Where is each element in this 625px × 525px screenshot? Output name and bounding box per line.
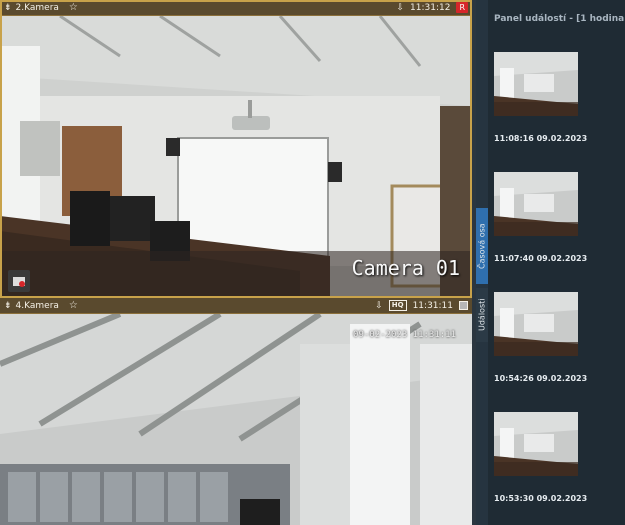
camera-tile-2[interactable]: ⇟ 2.Kamera ☆ ⇩ 11:31:12 R Camera 01	[0, 0, 472, 298]
tab-udalosti[interactable]: Události	[476, 288, 488, 342]
event-timestamp: 11:08:16 09.02.2023	[494, 134, 588, 143]
camera-header: ⇟ 2.Kamera ☆ ⇩ 11:31:12 R	[0, 0, 472, 16]
camera-time: 11:31:12	[410, 2, 451, 13]
event-item[interactable]: 10:54:26 09.02.2023	[494, 292, 612, 383]
hq-badge[interactable]: HQ	[388, 300, 407, 311]
event-thumbnail[interactable]	[494, 292, 578, 356]
camera-video-frame[interactable]	[0, 314, 472, 525]
status-square-icon	[459, 301, 468, 310]
camera-tile-4[interactable]: ⇟ 4.Kamera ☆ ⇩ HQ 11:31:11 09-02-2023 11…	[0, 298, 472, 525]
event-item[interactable]: 11:07:40 09.02.2023	[494, 172, 612, 263]
rec-badge: R	[456, 2, 468, 13]
event-timestamp: 11:07:40 09.02.2023	[494, 254, 588, 263]
camera-overlay-timestamp: 09-02-2023 11:31:11	[353, 330, 456, 340]
camera-time: 11:31:11	[412, 300, 453, 311]
tab-casova-osa[interactable]: Časová osa	[476, 208, 488, 284]
star-icon[interactable]: ☆	[69, 298, 78, 314]
camera-name: 4.Kamera	[15, 300, 59, 311]
star-icon[interactable]: ☆	[69, 0, 78, 16]
side-tabs: Časová osa Události	[476, 0, 488, 525]
snapshot-icon[interactable]	[8, 270, 30, 292]
panel-title: Panel událostí - [1 hodina	[494, 14, 625, 24]
event-thumbnail[interactable]	[494, 172, 578, 236]
camera-header: ⇟ 4.Kamera ☆ ⇩ HQ 11:31:11	[0, 298, 472, 314]
event-item[interactable]: 10:53:30 09.02.2023	[494, 412, 612, 503]
download-icon[interactable]: ⇩	[375, 298, 383, 314]
download-icon[interactable]: ⇩	[396, 0, 404, 16]
event-thumbnail[interactable]	[494, 412, 578, 476]
camera-name: 2.Kamera	[15, 2, 59, 13]
pin-icon[interactable]: ⇟	[4, 0, 12, 16]
camera-overlay-label: Camera 01	[351, 256, 460, 280]
event-timestamp: 10:54:26 09.02.2023	[494, 374, 588, 383]
pin-icon[interactable]: ⇟	[4, 298, 12, 314]
event-thumbnail[interactable]	[494, 52, 578, 116]
events-panel: Panel událostí - [1 hodina 11:08:16 09.0…	[488, 0, 625, 525]
event-item[interactable]: 11:08:16 09.02.2023	[494, 52, 612, 143]
event-timestamp: 10:53:30 09.02.2023	[494, 494, 588, 503]
